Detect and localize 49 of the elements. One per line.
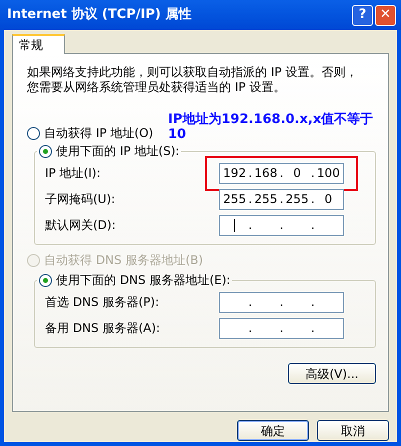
- octet-text: 0: [324, 191, 332, 208]
- ip-address-field[interactable]: 192 . 168 . 0 . 100: [219, 162, 344, 184]
- window-title: Internet 协议 (TCP/IP) 属性: [7, 6, 192, 24]
- separator-dot: .: [278, 217, 284, 234]
- separator-dot: .: [310, 320, 316, 337]
- ip-address-field[interactable]: . . .: [219, 318, 344, 338]
- separator-dot: .: [247, 320, 254, 337]
- octet-text: 0: [293, 165, 301, 182]
- separator-dot: .: [247, 217, 254, 234]
- octet-text: 168: [254, 165, 278, 182]
- radio-label: 自动获得 IP 地址(O): [44, 125, 154, 142]
- radio-label: 自动获得 DNS 服务器地址(B): [44, 252, 204, 269]
- octet-text: 100: [316, 165, 340, 182]
- field-label: IP 地址(I):: [45, 165, 102, 182]
- octet-text: 192: [223, 165, 246, 182]
- ip-address-field[interactable]: 255 . 255 . 255 . 0: [219, 188, 344, 210]
- annotation-text: IP地址为192.168.0.x,x值不等于10: [168, 112, 374, 142]
- description-text: 如果网络支持此功能，则可以获取自动指派的 IP 设置。否则，您需要从网络系统管理员处获得适当的 IP 设置。: [27, 65, 358, 95]
- help-button[interactable]: ?: [352, 4, 373, 26]
- separator-dot: .: [247, 294, 254, 311]
- cancel-button[interactable]: 取消: [317, 420, 389, 441]
- radio-label: 使用下面的 DNS 服务器地址(E):: [56, 272, 230, 289]
- separator-dot: .: [278, 320, 284, 337]
- separator-dot: .: [247, 191, 254, 208]
- separator-dot: .: [247, 165, 254, 182]
- radio-button[interactable]: [39, 144, 52, 158]
- close-button[interactable]: ✕: [375, 4, 396, 26]
- octet-text: 255: [286, 191, 309, 208]
- advanced-button[interactable]: 高级(V)...: [288, 363, 376, 384]
- radio-button[interactable]: [39, 274, 52, 286]
- separator-dot: .: [310, 191, 316, 208]
- field-label: 默认网关(D):: [45, 217, 117, 234]
- separator-dot: .: [310, 217, 316, 234]
- radio-button[interactable]: [27, 126, 40, 140]
- separator-dot: .: [278, 294, 284, 311]
- ip-address-field[interactable]: . . .: [219, 292, 344, 312]
- separator-dot: .: [310, 165, 316, 182]
- field-label: 子网掩码(U):: [45, 191, 116, 208]
- separator-dot: .: [278, 165, 284, 182]
- octet-text: 255: [254, 191, 278, 208]
- tab[interactable]: 常规: [12, 34, 65, 54]
- field-label: 首选 DNS 服务器(P):: [45, 294, 160, 311]
- radio-label: 使用下面的 IP 地址(S):: [56, 143, 180, 160]
- separator-dot: .: [278, 191, 284, 208]
- ip-address-field[interactable]: . . .: [219, 214, 344, 236]
- field-label: 备用 DNS 服务器(A):: [45, 320, 162, 337]
- octet-text: 255: [223, 191, 246, 208]
- separator-dot: .: [310, 294, 316, 311]
- ok-button[interactable]: 确定: [237, 420, 309, 441]
